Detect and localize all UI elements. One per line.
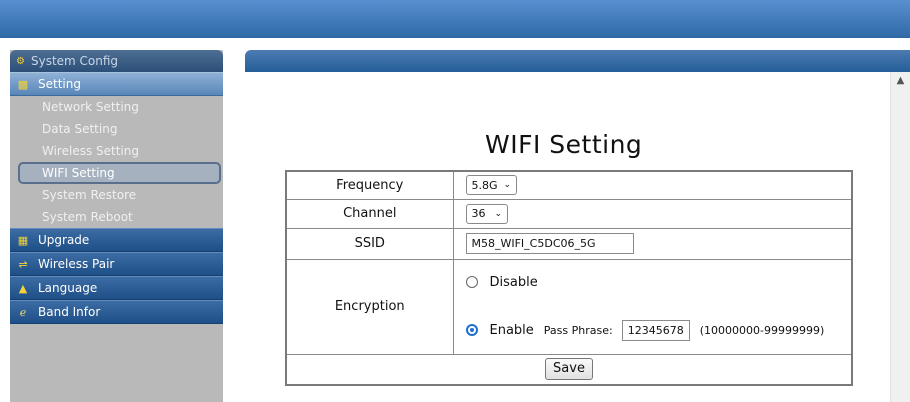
sidebar-group-label: Band Infor <box>38 305 101 319</box>
table-row: Save <box>285 353 853 386</box>
channel-label: Channel <box>285 198 454 229</box>
chevron-down-icon: ⌄ <box>494 208 503 219</box>
pass-phrase-label: Pass Phrase: <box>543 323 613 337</box>
enable-label: Enable <box>489 322 534 338</box>
sidebar-group-label: Setting <box>38 77 81 91</box>
disk-icon: ▦ <box>17 233 29 247</box>
content-header-bar <box>245 50 910 72</box>
pass-phrase-range-hint: (10000000-99999999) <box>699 323 825 337</box>
scroll-up-icon[interactable]: ▲ <box>891 72 910 86</box>
chevron-down-icon: ⌄ <box>503 180 512 191</box>
wifi-settings-table: Frequency 5.8G ⌄ Channel 36 ⌄ SSID M58_W… <box>285 170 853 386</box>
frequency-label: Frequency <box>285 170 454 200</box>
sidebar-item-network-setting[interactable]: Network Setting <box>10 96 223 118</box>
top-banner <box>0 0 910 38</box>
disable-option[interactable]: Disable <box>465 274 852 290</box>
sidebar-group-language[interactable]: ▲ Language <box>10 276 223 300</box>
pass-phrase-input[interactable]: 12345678 <box>621 319 690 341</box>
home-icon: ▲ <box>18 281 28 295</box>
sidebar-group-label: Language <box>38 281 98 295</box>
system-config-icon: ⚙ <box>16 55 25 67</box>
enable-option: Enable Pass Phrase: 12345678 (10000000-9… <box>465 319 852 341</box>
ssid-input[interactable]: M58_WIFI_C5DC06_5G <box>465 233 634 254</box>
ssid-label: SSID <box>285 227 454 260</box>
sidebar: ⚙ System Config ▩ Setting Network Settin… <box>10 50 223 402</box>
enable-radio[interactable] <box>465 324 478 336</box>
encryption-label: Encryption <box>285 258 454 355</box>
sidebar-group-label: Upgrade <box>38 233 90 247</box>
save-button[interactable]: Save <box>545 358 593 381</box>
table-row: SSID M58_WIFI_C5DC06_5G <box>285 227 853 260</box>
info-icon: ℯ <box>19 305 27 319</box>
sidebar-header-label: System Config <box>30 54 119 68</box>
vertical-scrollbar[interactable]: ▲ <box>890 72 910 402</box>
top-gap <box>0 38 910 50</box>
channel-select[interactable]: 36 ⌄ <box>465 203 509 224</box>
sidebar-item-system-restore[interactable]: System Restore <box>10 184 223 206</box>
sidebar-group-wireless-pair[interactable]: ⇌ Wireless Pair <box>10 252 223 276</box>
sidebar-item-wifi-setting[interactable]: WIFI Setting <box>18 162 221 184</box>
disable-radio[interactable] <box>465 276 478 288</box>
main-content: ▲ WIFI Setting Frequency 5.8G ⌄ Channel … <box>245 50 910 402</box>
disable-label: Disable <box>489 274 538 290</box>
monitor-icon: ▩ <box>17 77 29 91</box>
frequency-select[interactable]: 5.8G ⌄ <box>465 175 518 196</box>
sidebar-group-band-infor[interactable]: ℯ Band Infor <box>10 300 223 324</box>
channel-value: 36 <box>471 207 486 220</box>
table-row: Frequency 5.8G ⌄ <box>285 170 853 200</box>
sidebar-header: ⚙ System Config <box>10 50 223 72</box>
table-row: Channel 36 ⌄ <box>285 198 853 229</box>
sidebar-item-data-setting[interactable]: Data Setting <box>10 118 223 140</box>
sidebar-group-label: Wireless Pair <box>38 257 115 271</box>
sidebar-group-upgrade[interactable]: ▦ Upgrade <box>10 228 223 252</box>
frequency-value: 5.8G <box>471 178 498 192</box>
sidebar-item-wireless-setting[interactable]: Wireless Setting <box>10 140 223 162</box>
sidebar-group-setting[interactable]: ▩ Setting <box>10 72 223 96</box>
page-title: WIFI Setting <box>485 130 643 159</box>
sidebar-item-system-reboot[interactable]: System Reboot <box>10 206 223 228</box>
table-row: Encryption Disable Enable Pass Phrase: 1… <box>285 258 853 355</box>
pair-icon: ⇌ <box>18 257 28 271</box>
